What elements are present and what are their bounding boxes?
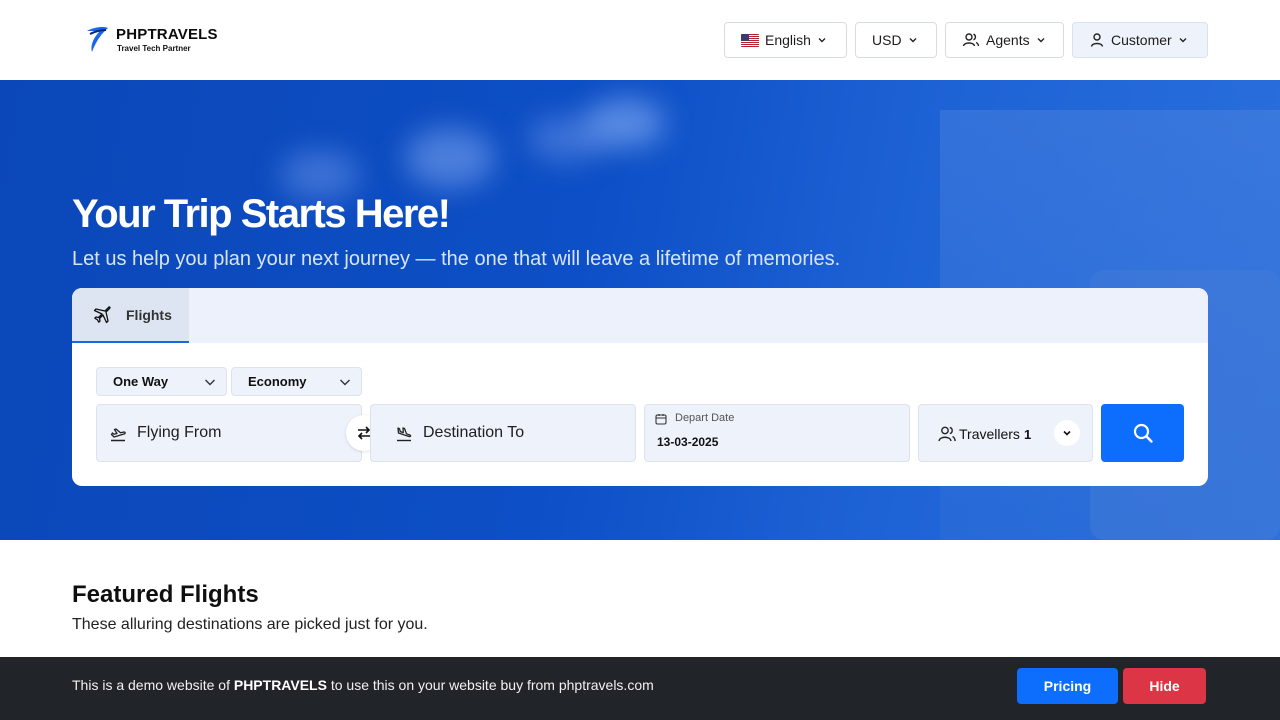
travellers-dropdown-toggle[interactable] <box>1054 420 1080 446</box>
flying-from-placeholder: Flying From <box>137 424 222 441</box>
hero-title: Your Trip Starts Here! <box>72 192 451 236</box>
airplane-icon <box>93 305 111 323</box>
hero-subtitle: Let us help you plan your next journey —… <box>72 248 841 270</box>
demo-banner-text: This is a demo website of PHPTRAVELS to … <box>72 677 654 693</box>
customer-dropdown[interactable]: Customer <box>1072 22 1208 58</box>
search-tabs: Flights <box>72 288 1208 343</box>
takeoff-icon <box>110 428 126 442</box>
chevron-down-icon <box>1179 38 1187 43</box>
logo-mark-icon <box>87 27 108 52</box>
travellers-label: Travellers 1 <box>959 426 1031 442</box>
cabin-class-select[interactable]: Economy <box>231 367 362 396</box>
banner-text-after: to use this on your website buy from php… <box>330 677 654 693</box>
currency-label: USD <box>872 32 902 48</box>
destination-field[interactable]: Destination To <box>370 404 636 462</box>
tab-flights[interactable]: Flights <box>72 288 189 343</box>
brand-tagline: Travel Tech Partner <box>117 44 191 53</box>
currency-dropdown[interactable]: USD <box>855 22 937 58</box>
search-options: One Way Economy <box>96 367 362 396</box>
demo-banner: This is a demo website of PHPTRAVELS to … <box>0 657 1280 720</box>
flying-from-field[interactable]: Flying From <box>96 404 362 462</box>
chevron-down-icon <box>818 38 826 43</box>
users-icon <box>938 426 956 442</box>
trip-type-select[interactable]: One Way <box>96 367 227 396</box>
user-icon <box>1090 33 1104 47</box>
landing-icon <box>397 427 412 442</box>
brand-name: PHPTRAVELS <box>116 26 218 43</box>
travellers-text: Travellers <box>959 426 1020 442</box>
featured-flights-title: Featured Flights <box>72 581 259 608</box>
users-icon <box>962 33 980 47</box>
chevron-down-icon <box>1063 430 1071 436</box>
depart-date-value: 13-03-2025 <box>657 435 719 449</box>
search-button[interactable] <box>1101 404 1184 462</box>
search-icon <box>1133 423 1153 443</box>
us-flag-icon <box>741 33 759 47</box>
customer-label: Customer <box>1111 32 1172 48</box>
header-nav: English USD Agents Customer <box>724 22 1208 58</box>
trip-type-value: One Way <box>113 374 169 389</box>
language-label: English <box>765 32 811 48</box>
featured-flights-subtitle: These alluring destinations are picked j… <box>72 616 428 633</box>
banner-brand: PHPTRAVELS <box>233 677 327 693</box>
travellers-count: 1 <box>1023 427 1032 442</box>
hero-background-light <box>405 128 495 188</box>
hide-button[interactable]: Hide <box>1123 668 1206 704</box>
brand-logo[interactable]: PHPTRAVELS Travel Tech Partner <box>84 24 218 56</box>
chevron-down-icon <box>340 379 350 385</box>
agents-label: Agents <box>986 32 1030 48</box>
agents-dropdown[interactable]: Agents <box>945 22 1064 58</box>
hero-background-light <box>585 98 665 148</box>
destination-placeholder: Destination To <box>423 424 525 441</box>
pricing-button[interactable]: Pricing <box>1017 668 1118 704</box>
chevron-down-icon <box>1037 38 1045 43</box>
cabin-class-value: Economy <box>248 374 307 389</box>
depart-date-label: Depart Date <box>675 412 735 424</box>
tab-flights-label: Flights <box>126 306 172 323</box>
language-dropdown[interactable]: English <box>724 22 847 58</box>
depart-date-field[interactable]: Depart Date 13-03-2025 <box>644 404 910 462</box>
chevron-down-icon <box>205 379 215 385</box>
travellers-field[interactable]: Travellers 1 <box>918 404 1093 462</box>
search-card: Flights One Way Economy Flying From Dest… <box>72 288 1208 486</box>
site-header: PHPTRAVELS Travel Tech Partner English U… <box>0 0 1280 80</box>
calendar-icon <box>655 414 667 425</box>
banner-text-before: This is a demo website of <box>72 677 230 693</box>
chevron-down-icon <box>909 38 917 43</box>
